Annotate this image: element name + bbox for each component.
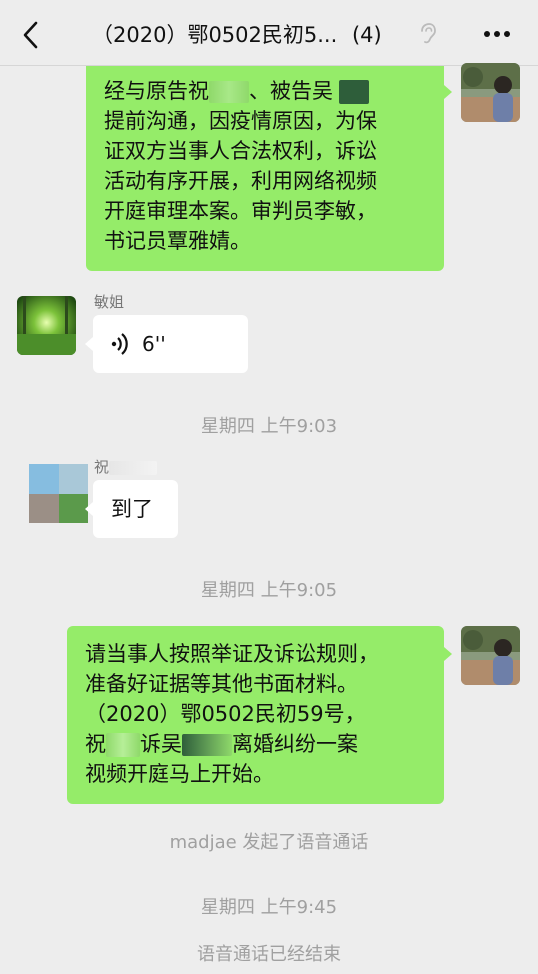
message-line: 提前沟通，因疫情原因，为保 <box>104 109 377 133</box>
more-button[interactable] <box>480 22 516 46</box>
message-line: （2020）鄂0502民初59号， <box>85 702 366 726</box>
received-message-bubble[interactable]: 到了 <box>93 480 178 538</box>
member-count: (4) <box>351 23 382 47</box>
message-line: 开庭审理本案。审判员李敏， <box>104 199 377 223</box>
message-text: 到了 <box>111 497 153 521</box>
voice-duration: 6'' <box>142 332 166 356</box>
sender-name: 敏姐 <box>94 293 125 311</box>
system-message: madjae 发起了语音通话 <box>169 832 369 853</box>
timestamp: 星期四 上午9:03 <box>200 416 338 437</box>
bubble-tail <box>444 647 452 661</box>
voice-message-bubble[interactable]: 6'' <box>93 315 248 373</box>
system-message: 语音通话已经结束 <box>197 944 341 965</box>
message-line: 祝诉吴 离婚纠纷一案 <box>85 732 358 757</box>
bubble-tail <box>444 85 452 99</box>
redacted-name <box>209 81 249 103</box>
more-icon <box>484 31 510 37</box>
message-line: 经与原告祝 、被告吴 <box>104 76 426 106</box>
timestamp: 星期四 上午9:45 <box>200 897 338 918</box>
sender-avatar-zhu[interactable] <box>29 464 88 523</box>
message-line: 证双方当事人合法权利，诉讼 <box>104 139 377 163</box>
bubble-tail <box>85 502 93 516</box>
message-line: 视频开庭马上开始。 <box>85 762 274 786</box>
chat-title: （2020）鄂0502民初5... (4) <box>92 19 422 49</box>
redacted-name <box>182 734 232 756</box>
redacted-name <box>106 733 140 757</box>
message-line: 准备好证据等其他书面材料。 <box>85 672 358 696</box>
message-line: 请当事人按照举证及诉讼规则， <box>85 642 379 666</box>
sender-name: 祝 <box>94 456 158 477</box>
sent-message-bubble[interactable]: 经与原告祝 、被告吴 提前沟通，因疫情原因，为保 证双方当事人合法权利，诉讼 活动… <box>86 66 444 271</box>
back-button[interactable] <box>14 18 48 52</box>
voice-wave-icon <box>111 333 128 355</box>
sent-message-bubble[interactable]: 请当事人按照举证及诉讼规则， 准备好证据等其他书面材料。 （2020）鄂0502… <box>67 626 444 804</box>
sender-avatar-minjie[interactable] <box>17 296 76 355</box>
redacted-name <box>339 80 369 104</box>
timestamp: 星期四 上午9:05 <box>200 580 338 601</box>
chat-header: （2020）鄂0502民初5... (4) <box>0 0 538 66</box>
ear-icon <box>418 22 438 46</box>
chevron-left-icon <box>23 21 38 49</box>
chat-title-text: （2020）鄂0502民初5... <box>92 23 338 47</box>
redacted-name <box>109 460 158 475</box>
self-avatar[interactable] <box>461 63 520 122</box>
message-line: 活动有序开展，利用网络视频 <box>104 169 377 193</box>
self-avatar[interactable] <box>461 626 520 685</box>
bubble-tail <box>85 337 93 351</box>
message-line: 书记员覃雅婧。 <box>104 229 251 253</box>
